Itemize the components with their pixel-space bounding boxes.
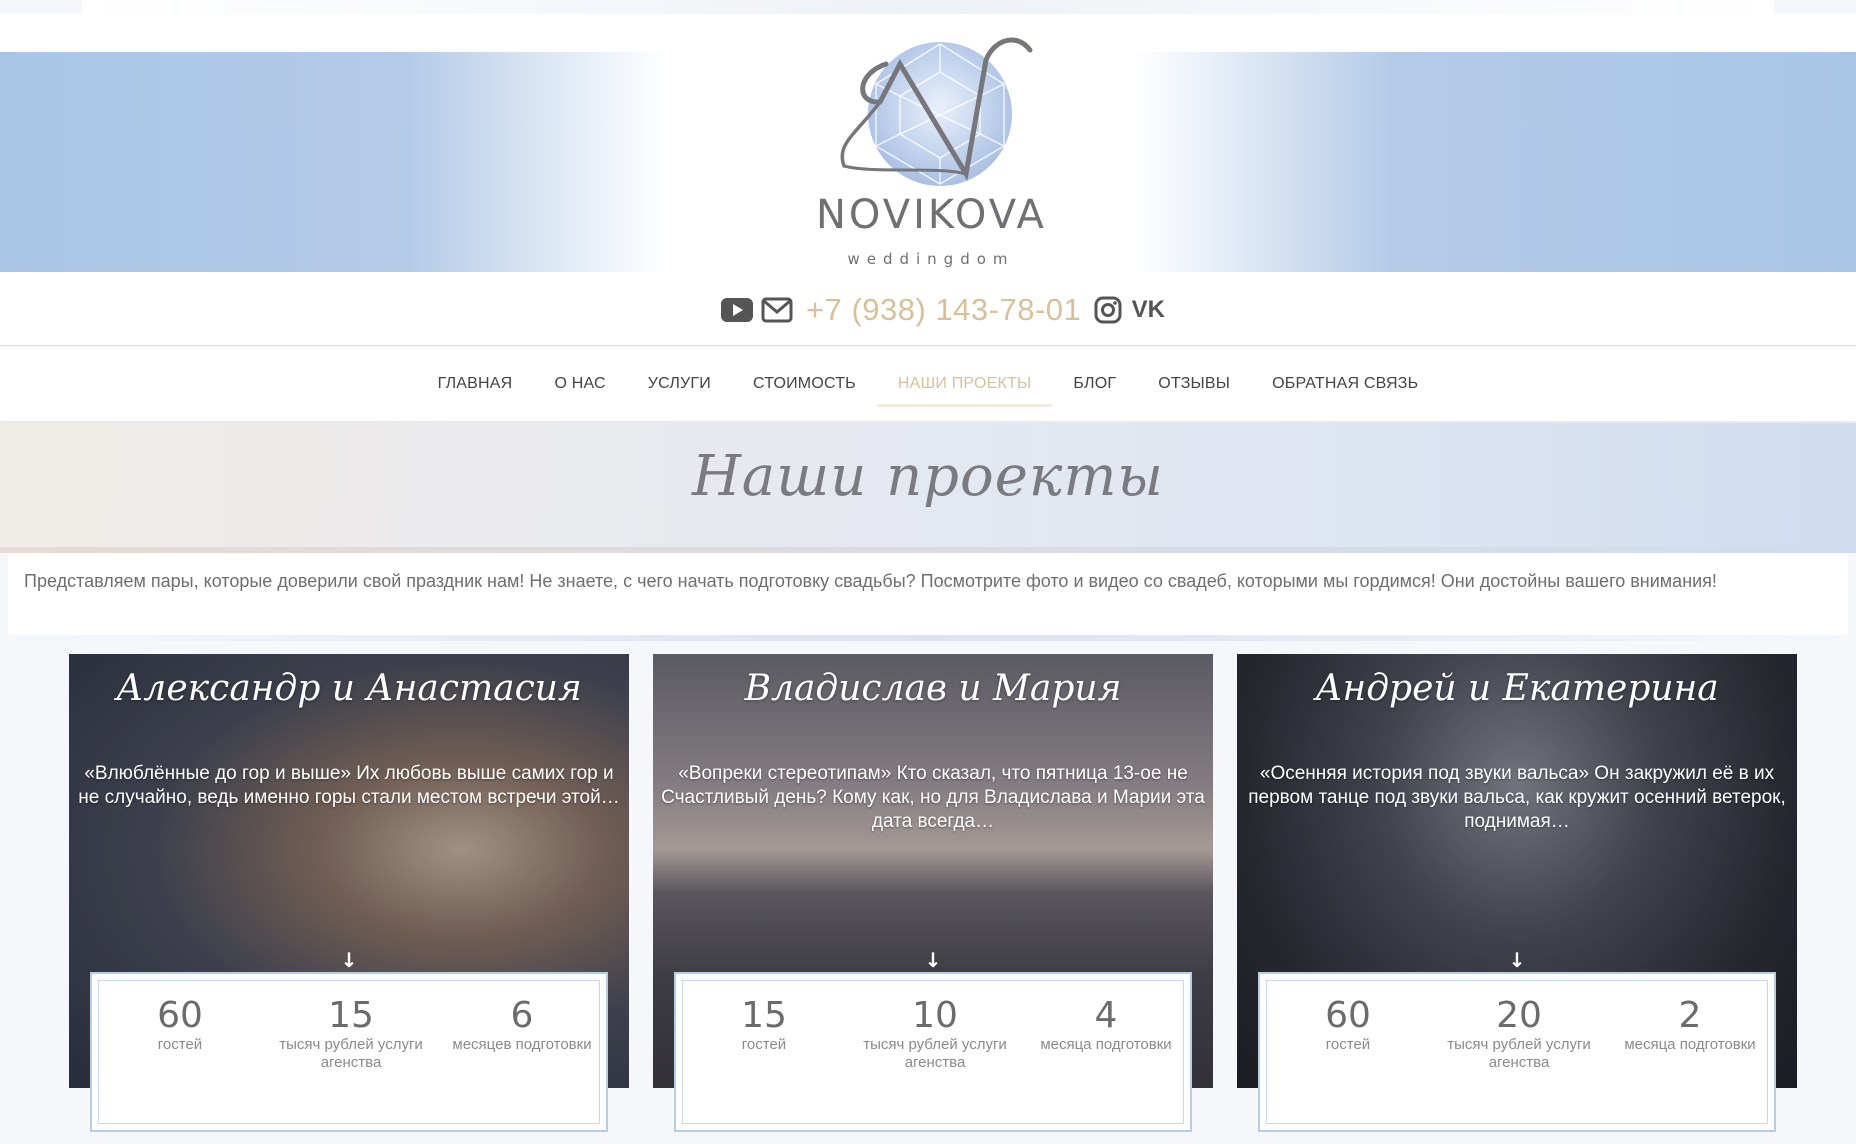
stat-guests: 60 гостей [1325,995,1371,1054]
vk-icon[interactable]: VK [1131,295,1165,325]
project-stats-2: 15 гостей 10 тысяч рублей услуги агенств… [674,972,1192,1132]
nav-item-services[interactable]: УСЛУГИ [627,347,732,421]
logo-mark-icon [840,37,1033,186]
stat-budget: 15 тысяч рублей услуги агенства [279,995,423,1072]
nav-item-blog[interactable]: БЛОГ [1052,347,1137,421]
intro-divider [0,635,1856,641]
project-stats-3: 60 гостей 20 тысяч рублей услуги агенств… [1258,972,1776,1132]
nav-item-feedback[interactable]: ОБРАТНАЯ СВЯЗЬ [1251,347,1439,421]
arrow-down-icon: ↓ [1508,948,1526,972]
phone-link[interactable]: +7 (938) 143-78-01 [806,292,1081,328]
project-couple[interactable]: Андрей и Екатерина [1237,668,1797,709]
stat-guests: 60 гостей [157,995,203,1054]
project-excerpt: «Осенняя история под звуки вальса» Он за… [1248,763,1786,832]
arrow-down-icon: ↓ [924,948,942,972]
stat-budget: 10 тысяч рублей услуги агенства [863,995,1007,1072]
stat-months: 6 месяцев подготовки [452,995,592,1054]
project-couple[interactable]: Александр и Анастасия [69,668,629,709]
main-nav: ГЛАВНАЯ О НАС УСЛУГИ СТОИМОСТЬ НАШИ ПРОЕ… [0,347,1856,421]
stat-guests: 15 гостей [741,995,787,1054]
youtube-icon[interactable] [720,295,754,325]
nav-item-reviews[interactable]: ОТЗЫВЫ [1137,347,1251,421]
project-excerpt: «Влюблённые до гор и выше» Их любовь выш… [78,763,620,808]
logo-tagline: weddingdom [847,250,1015,268]
stat-budget: 20 тысяч рублей услуги агенства [1447,995,1591,1072]
page-title: Наши проекты [691,444,1165,509]
intro-text: Представляем пары, которые доверили свой… [24,571,1717,591]
mail-icon[interactable] [760,295,794,325]
arrow-down-icon: ↓ [340,948,358,972]
stat-months: 2 месяца подготовки [1624,995,1756,1054]
intro-box [8,553,1848,635]
logo-wordmark: NOVIKOVA [816,192,1047,238]
nav-item-about[interactable]: О НАС [533,347,626,421]
vk-icon-label: VK [1131,296,1165,323]
nav-item-projects[interactable]: НАШИ ПРОЕКТЫ [876,347,1053,421]
logo[interactable]: NOVIKOVA weddingdom [816,24,1047,268]
project-couple[interactable]: Владислав и Мария [653,668,1213,709]
instagram-icon[interactable] [1091,295,1125,325]
project-stats-1: 60 гостей 15 тысяч рублей услуги агенств… [90,972,608,1132]
contact-row: +7 (938) 143-78-01 VK [720,290,1171,330]
top-sheen [82,0,1774,14]
project-excerpt: «Вопреки стереотипам» Кто сказал, что пя… [661,763,1205,832]
nav-item-home[interactable]: ГЛАВНАЯ [417,347,534,421]
stat-months: 4 месяца подготовки [1040,995,1172,1054]
nav-item-pricing[interactable]: СТОИМОСТЬ [732,347,877,421]
